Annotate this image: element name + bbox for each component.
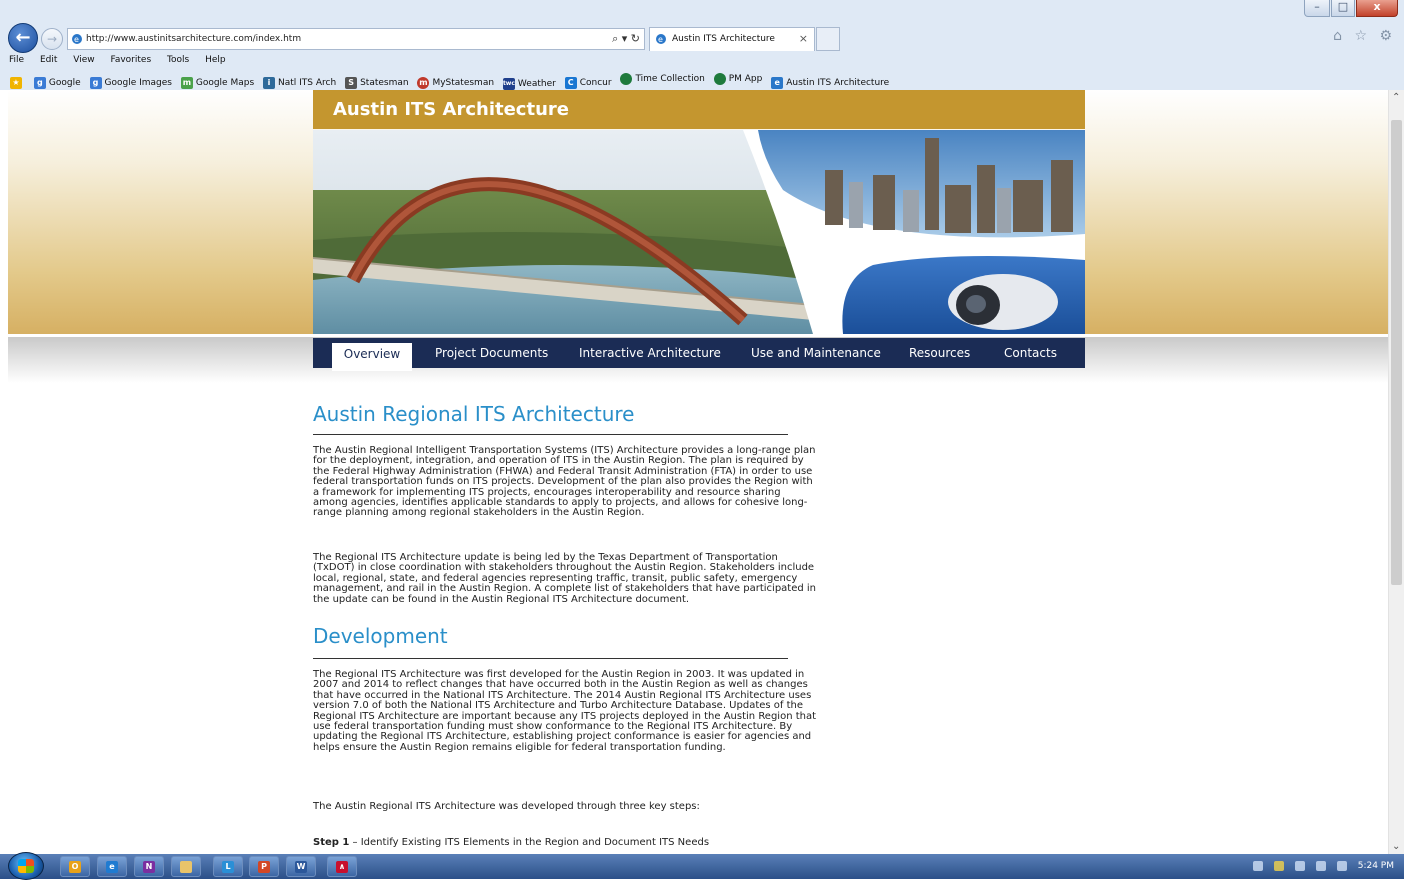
taskbar-outlook[interactable]: O [60, 856, 90, 877]
concur-icon: C [564, 77, 577, 89]
onenote-icon: N [143, 861, 155, 873]
step-1-text: – Identify Existing ITS Elements in the … [349, 837, 710, 848]
ie-page-icon: e [656, 34, 666, 44]
address-bar[interactable]: e http://www.austinitsarchitecture.com/i… [67, 28, 645, 50]
taskbar-onenote[interactable]: N [134, 856, 164, 877]
browser-tab[interactable]: e Austin ITS Architecture × [649, 27, 815, 51]
scroll-up-arrow-icon[interactable]: ⌃ [1392, 92, 1400, 103]
favorite-time-collection[interactable]: Time Collection [620, 70, 705, 88]
minimize-button[interactable]: – [1304, 0, 1330, 17]
network-icon[interactable] [1315, 860, 1326, 871]
web-page: Austin ITS Architecture Overview Project… [0, 90, 1388, 854]
paragraph-development: The Regional ITS Architecture was first … [313, 669, 817, 753]
windows-logo-icon [18, 859, 34, 873]
google-icon: g [33, 77, 46, 89]
svg-text:e: e [74, 35, 79, 44]
new-tab-button[interactable] [816, 27, 840, 51]
globe-icon [620, 73, 633, 85]
menu-tools[interactable]: Tools [167, 52, 189, 68]
main-navigation: Overview Project Documents Interactive A… [313, 338, 1085, 371]
banner-photo-collage [313, 130, 1085, 334]
menu-file[interactable]: File [9, 52, 24, 68]
paragraph-key-steps: The Austin Regional ITS Architecture was… [313, 801, 700, 812]
tab-close-icon[interactable]: × [799, 28, 808, 50]
menu-help[interactable]: Help [205, 52, 226, 68]
back-button[interactable]: ← [8, 23, 38, 53]
taskbar-acrobat[interactable]: ∧ [327, 856, 357, 877]
address-text: http://www.austinitsarchitecture.com/ind… [86, 34, 302, 44]
step-1-label: Step 1 [313, 837, 350, 848]
acrobat-icon: ∧ [336, 861, 348, 873]
word-icon: W [295, 861, 307, 873]
paragraph-stakeholders: The Regional ITS Architecture update is … [313, 552, 817, 605]
site-header: Austin ITS Architecture [313, 90, 1085, 129]
file-explorer-icon [180, 861, 192, 873]
nav-contacts[interactable]: Contacts [1004, 338, 1057, 368]
navigation-row: ← → e http://www.austinitsarchitecture.c… [0, 22, 1404, 53]
google-icon: g [89, 77, 102, 89]
outlook-icon: O [69, 861, 81, 873]
windows-taskbar: O e N L P W ∧ 5:24 PM [0, 852, 1404, 880]
search-refresh-icons[interactable]: ⌕ ▾ ↻ [612, 29, 640, 49]
system-tray: 5:24 PM [1253, 854, 1394, 879]
clock[interactable]: 5:24 PM [1358, 861, 1394, 871]
maximize-button[interactable]: □ [1331, 0, 1355, 17]
forward-button[interactable]: → [41, 28, 63, 50]
taskbar-internet-explorer[interactable]: e [97, 856, 127, 877]
favorite-pm-app[interactable]: PM App [713, 70, 762, 88]
site-title: Austin ITS Architecture [333, 99, 569, 120]
globe-icon [713, 73, 726, 85]
show-hidden-icons-icon[interactable] [1253, 860, 1264, 871]
ie-page-icon: e [72, 34, 82, 44]
newspaper-icon: S [345, 77, 358, 89]
nav-project-documents[interactable]: Project Documents [435, 338, 548, 368]
powerpoint-icon: P [258, 861, 270, 873]
mystatesman-icon: m [417, 77, 430, 89]
menu-edit[interactable]: Edit [40, 52, 57, 68]
home-favorites-settings-icons[interactable]: ⌂ ☆ ⚙ [1333, 28, 1396, 44]
mail-notification-icon[interactable] [1274, 860, 1285, 871]
scroll-thumb[interactable] [1391, 120, 1402, 585]
nav-overview[interactable]: Overview [332, 343, 412, 371]
menu-view[interactable]: View [73, 52, 94, 68]
step-1-item: Step 1 – Identify Existing ITS Elements … [313, 837, 818, 848]
heading-austin-regional-its-architecture: Austin Regional ITS Architecture [313, 402, 635, 426]
taskbar-file-explorer[interactable] [171, 856, 201, 877]
svg-text:e: e [658, 35, 663, 44]
browser-chrome: – □ x ← → e http://www.austinitsarchitec… [0, 0, 1404, 90]
close-window-button[interactable]: x [1356, 0, 1398, 17]
favorites-star-icon[interactable]: ★ [10, 77, 25, 89]
network-device-icon[interactable] [1295, 860, 1306, 871]
banner-image [313, 130, 1085, 334]
nav-interactive-architecture[interactable]: Interactive Architecture [579, 338, 721, 368]
maps-icon: m [180, 77, 193, 89]
taskbar-lync[interactable]: L [213, 856, 243, 877]
nav-use-and-maintenance[interactable]: Use and Maintenance [751, 338, 881, 368]
start-button[interactable] [8, 852, 44, 880]
tab-title: Austin ITS Architecture [672, 34, 775, 44]
vertical-scrollbar[interactable]: ⌃ ⌄ [1388, 90, 1404, 854]
window-controls: – □ x [1304, 0, 1398, 17]
scroll-down-arrow-icon[interactable]: ⌄ [1392, 841, 1400, 852]
heading-development: Development [313, 624, 448, 648]
its-icon: i [263, 77, 276, 89]
weather-icon: twc [502, 78, 515, 90]
nav-resources[interactable]: Resources [909, 338, 970, 368]
taskbar-powerpoint[interactable]: P [249, 856, 279, 877]
volume-icon[interactable] [1336, 860, 1347, 871]
menu-favorites[interactable]: Favorites [110, 52, 151, 68]
heading-divider [313, 434, 788, 435]
taskbar-word[interactable]: W [286, 856, 316, 877]
favorites-bar: ★ g Google g Google Images m Google Maps iN… [0, 70, 1404, 90]
lync-icon: L [222, 861, 234, 873]
heading-divider [313, 658, 788, 659]
internet-explorer-icon: e [106, 861, 118, 873]
ie-page-icon: e [771, 77, 784, 89]
menu-bar: File Edit View Favorites Tools Help [0, 52, 1404, 68]
paragraph-overview: The Austin Regional Intelligent Transpor… [313, 445, 816, 519]
